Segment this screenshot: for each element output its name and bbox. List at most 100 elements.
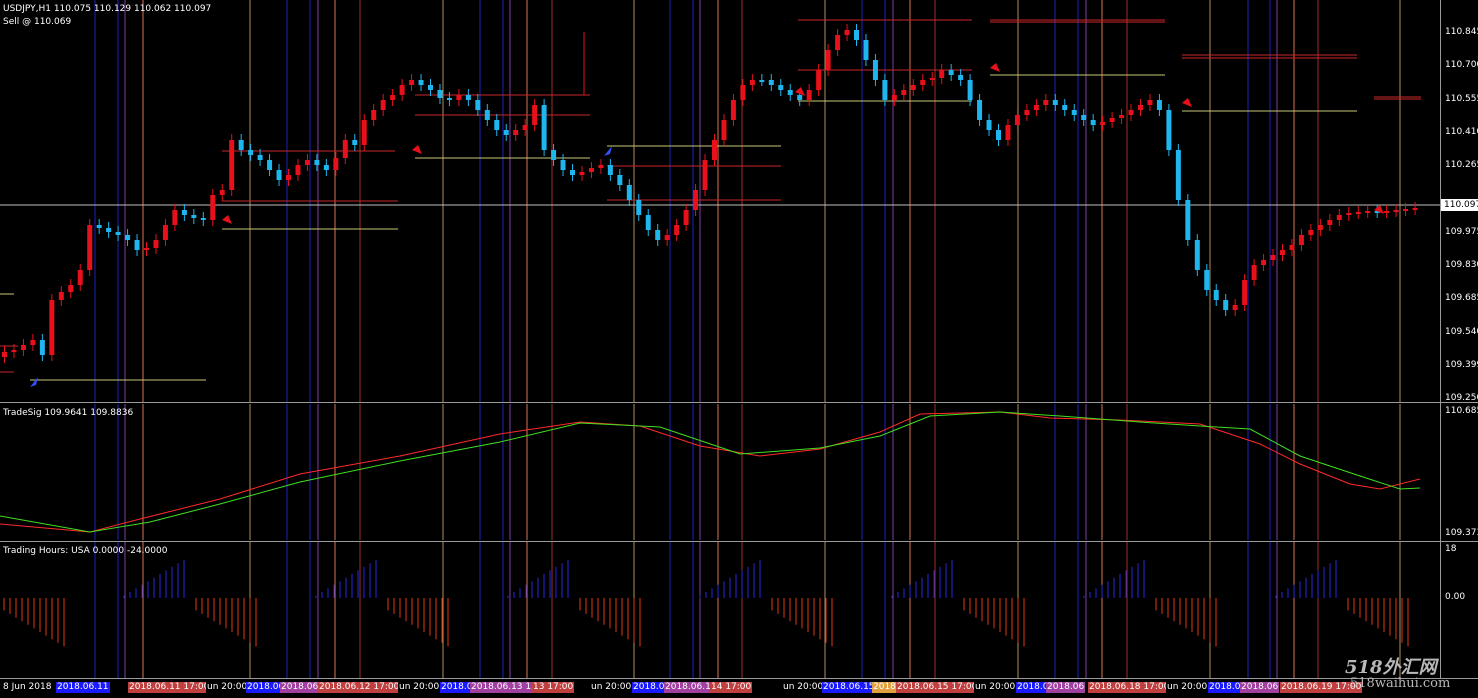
candle-body xyxy=(1109,118,1115,122)
candle-body xyxy=(1100,122,1106,125)
tradesig-scale[interactable]: 110.685 109.373 xyxy=(1441,404,1478,540)
time-axis-label: 2018.06 xyxy=(1046,682,1086,693)
candle-body xyxy=(1251,265,1257,280)
trading-hours-header: Trading Hours: USA 0.0000 -24.0000 xyxy=(3,546,168,556)
trading-hours-pane[interactable]: Trading Hours: USA 0.0000 -24.0000 xyxy=(0,542,1440,678)
candle-body xyxy=(115,232,121,235)
candle-body xyxy=(342,140,348,158)
price-chart-canvas[interactable] xyxy=(0,0,1440,402)
candle-body xyxy=(96,225,102,228)
candle-body xyxy=(655,230,661,240)
time-axis-label: un 20:00 xyxy=(782,682,825,693)
candle-body xyxy=(390,95,396,100)
candle-body xyxy=(901,90,907,95)
price-scale-label: 110.700 xyxy=(1445,60,1478,70)
candle-body xyxy=(958,75,964,80)
candle-body xyxy=(1327,220,1333,225)
candle-body xyxy=(522,125,528,130)
hours-scale-mid: 0.00 xyxy=(1445,592,1466,602)
candle-body xyxy=(986,120,992,130)
candle-body xyxy=(588,168,594,172)
tradesig-indicator-pane[interactable]: TradeSig 109.9641 109.8836 xyxy=(0,404,1440,540)
current-price-label: 110.097 xyxy=(1441,199,1478,211)
candle-body xyxy=(494,120,500,130)
candle-body xyxy=(153,240,159,248)
candle-body xyxy=(579,172,585,175)
price-scale-label: 109.399 xyxy=(1445,360,1478,370)
candle-body xyxy=(617,175,623,185)
candle-body xyxy=(1365,211,1371,213)
pane-separator[interactable] xyxy=(0,402,1478,403)
candle-body xyxy=(286,175,291,180)
time-axis-label: 14 17:00 xyxy=(710,682,753,693)
sell-arrow-icon xyxy=(990,63,1000,72)
candle-body xyxy=(30,340,36,345)
candle-body xyxy=(352,140,358,145)
candle-body xyxy=(693,190,699,210)
candle-body xyxy=(1355,212,1361,214)
candle-body xyxy=(740,85,746,100)
chart-header-symbol: USDJPY,H1 110.075 110.129 110.062 110.09… xyxy=(3,4,212,14)
candle-body xyxy=(816,70,822,90)
candle-body xyxy=(1119,115,1125,118)
time-axis-label: 13 17:00 xyxy=(532,682,575,693)
candle-body xyxy=(910,85,916,90)
sell-arrow-icon xyxy=(412,145,422,154)
candle-body xyxy=(1033,105,1039,110)
candle-body xyxy=(200,218,206,220)
candle-body xyxy=(1242,280,1248,305)
candle-body xyxy=(1213,290,1219,300)
candle-body xyxy=(702,160,708,190)
candle-body xyxy=(1062,105,1068,110)
price-scale-label: 110.265 xyxy=(1445,160,1478,170)
candle-body xyxy=(456,95,462,100)
candle-body xyxy=(891,95,897,100)
time-axis-label: 2018 xyxy=(872,682,897,693)
candle-body xyxy=(20,345,26,350)
candle-body xyxy=(238,140,244,150)
time-axis-label: 2018.06 xyxy=(1240,682,1280,693)
candle-body xyxy=(1412,208,1418,210)
candle-body xyxy=(835,35,841,50)
price-chart-pane[interactable]: USDJPY,H1 110.075 110.129 110.062 110.09… xyxy=(0,0,1440,402)
candle-body xyxy=(721,120,727,140)
candle-body xyxy=(1052,100,1058,105)
candle-body xyxy=(361,120,367,145)
candle-body xyxy=(607,165,613,175)
time-axis-label: 2018.06.11 xyxy=(56,682,110,693)
price-scale-label: 109.540 xyxy=(1445,327,1478,337)
trading-hours-scale[interactable]: 18 0.00 xyxy=(1441,542,1478,678)
time-axis[interactable]: 8 Jun 2018 2018.06.11 2018.06.11 17:00 un 2… xyxy=(0,679,1478,698)
candle-body xyxy=(882,80,888,100)
price-scale-label: 109.830 xyxy=(1445,260,1478,270)
candle-body xyxy=(409,80,415,85)
candle-body xyxy=(551,150,557,160)
candle-body xyxy=(58,292,64,300)
candle-body xyxy=(2,352,7,357)
candle-body xyxy=(1298,235,1304,245)
candle-body xyxy=(977,100,983,120)
candle-body xyxy=(229,140,235,190)
candle-body xyxy=(399,85,405,95)
candle-body xyxy=(371,110,377,120)
tradesig-green-line xyxy=(0,411,1421,533)
candle-body xyxy=(77,270,83,285)
candle-body xyxy=(996,130,1001,140)
candle-body xyxy=(11,350,17,352)
candle-body xyxy=(759,80,765,82)
candle-body xyxy=(513,130,519,135)
time-axis-label: un 20:00 xyxy=(590,682,633,693)
time-axis-label: 2018.06.11 17:00 xyxy=(128,682,211,693)
time-axis-label: 2018.06.12 17:00 xyxy=(318,682,401,693)
candle-body xyxy=(1090,120,1096,125)
time-axis-label: 2018.06.15 17:00 xyxy=(896,682,979,693)
candle-body xyxy=(768,80,774,85)
candle-body xyxy=(598,165,604,168)
candle-body xyxy=(1403,209,1409,211)
candle-body xyxy=(276,170,282,180)
candle-body xyxy=(172,210,178,225)
candle-body xyxy=(872,60,878,80)
candle-body xyxy=(106,228,112,232)
candle-body xyxy=(626,185,632,200)
candle-body xyxy=(797,95,803,100)
